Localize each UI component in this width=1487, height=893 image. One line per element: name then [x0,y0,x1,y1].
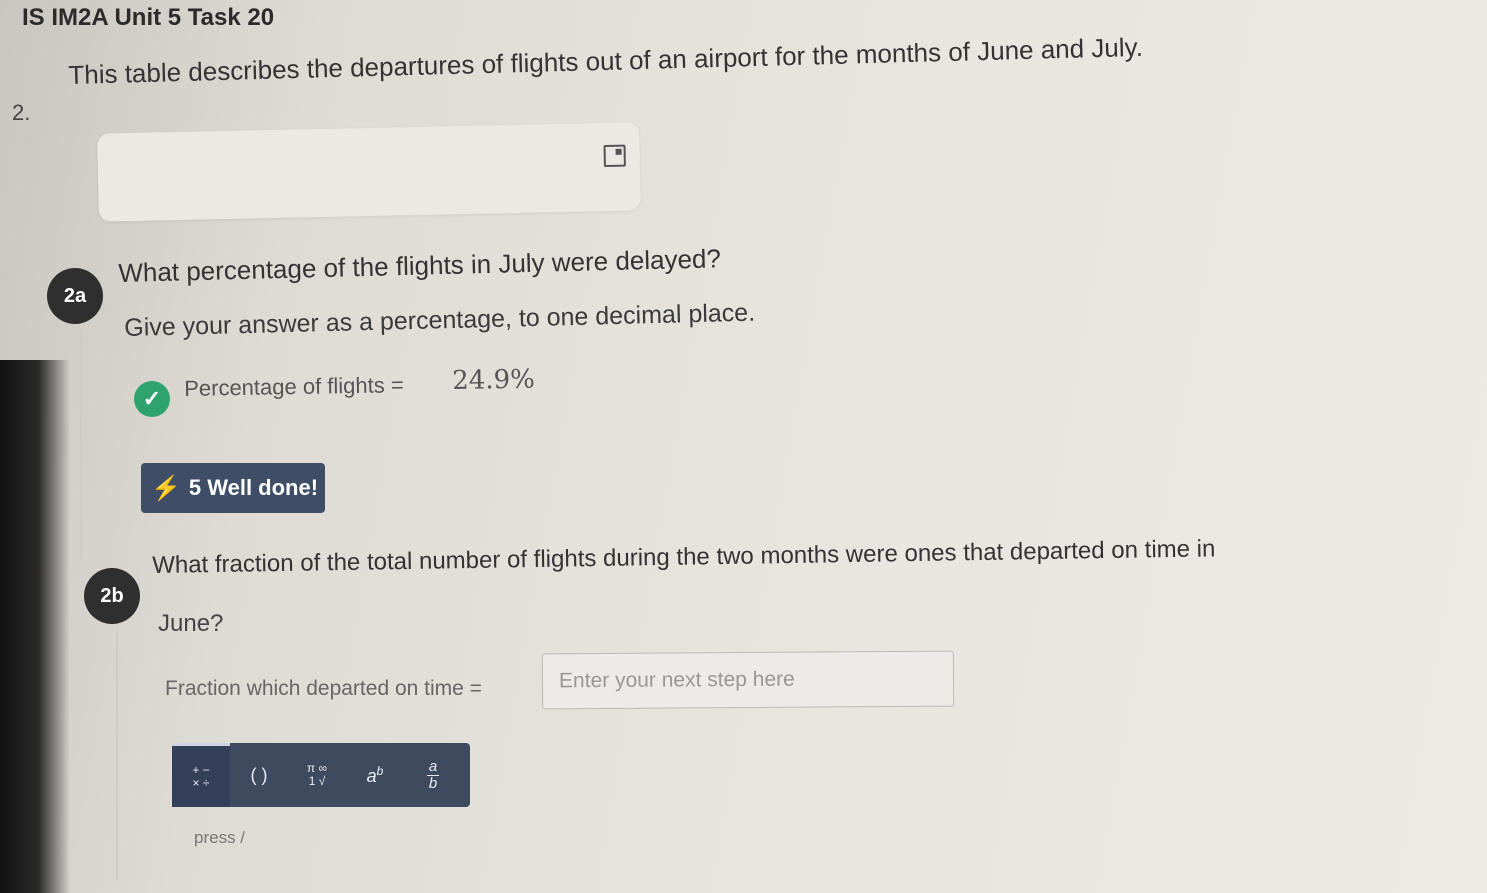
feedback-text: 5 Well done! [188,475,319,500]
power-glyph: ab [367,764,384,787]
symbols-button[interactable]: π ∞ 1 √ [288,743,346,807]
part-2b-divider [116,630,118,880]
part-2a-answer-value: 24.9% [452,364,536,396]
operators-button[interactable]: + − × ÷ [172,743,230,807]
part-2a-question: What percentage of the flights in July w… [118,243,722,288]
fraction-input-label: Fraction which departed on time = [165,677,482,700]
power-exponent: b [376,763,384,778]
power-button[interactable]: ab [346,743,404,807]
expand-icon[interactable] [603,144,626,168]
symbols-bottom-glyph: 1 √ [308,774,326,788]
keyboard-hint: press / [194,828,246,847]
fraction-answer-input[interactable] [541,650,955,710]
screen-edge-shadow [0,360,70,893]
fraction-numerator: a [428,757,438,775]
power-base: a [366,765,377,786]
parentheses-button[interactable]: ( ) [230,743,288,807]
parentheses-glyph: ( ) [250,764,268,785]
correct-check-icon: ✓ [134,381,170,417]
part-2a-badge: 2a [47,268,103,324]
question-text: This table describes the departures of f… [68,31,1144,90]
part-2a-answer-label: Percentage of flights = [184,372,404,401]
math-toolbar: + − × ÷ ( ) π ∞ 1 √ ab a b [172,743,470,807]
part-2b-question: What fraction of the total number of fli… [152,535,1216,579]
lightning-bolt-icon: ⚡ [151,474,181,502]
fraction-button[interactable]: a b [404,743,462,807]
operators-bottom-glyph: × ÷ [192,775,210,790]
part-2a-divider [80,330,82,560]
fraction-glyph: a b [427,757,439,792]
part-2b-badge: 2b [84,568,140,624]
fraction-denominator: b [428,774,438,792]
data-table-container [97,122,641,222]
part-2b-question-continued: June? [158,610,224,637]
question-number: 2. [12,100,31,125]
operators-top-glyph: + − [192,762,210,777]
feedback-badge: ⚡ 5 Well done! [141,463,325,513]
part-2a-instruction: Give your answer as a percentage, to one… [124,298,756,342]
task-title: IS IM2A Unit 5 Task 20 [22,4,275,31]
